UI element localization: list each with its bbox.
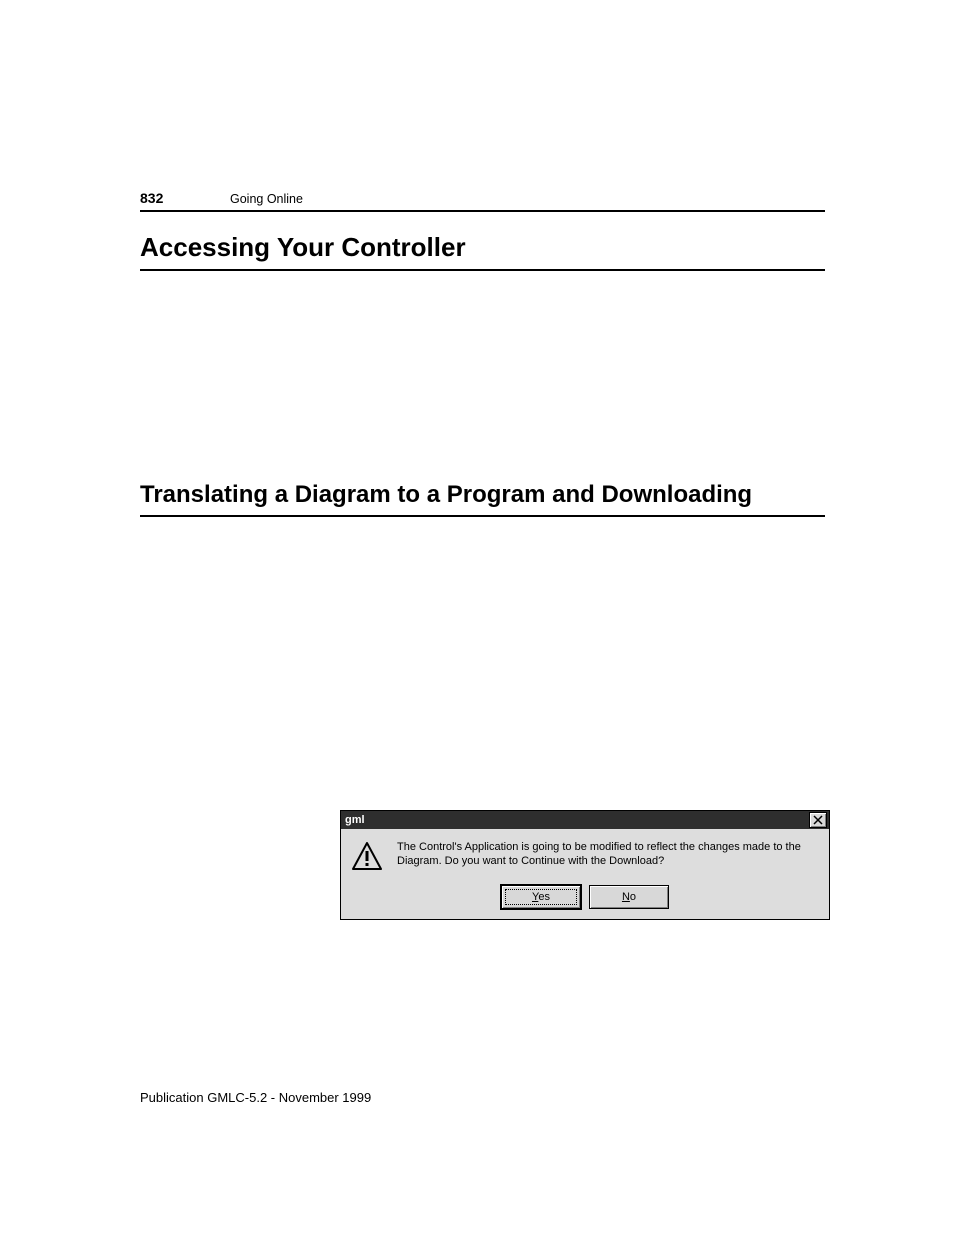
- page-content: 832 Going Online Accessing Your Controll…: [140, 190, 825, 517]
- close-icon: [813, 815, 823, 825]
- dialog-button-row: Yes No: [341, 879, 829, 919]
- yes-button[interactable]: Yes: [501, 885, 581, 909]
- page-number: 832: [140, 190, 230, 206]
- running-header: 832 Going Online: [140, 190, 825, 212]
- no-button[interactable]: No: [589, 885, 669, 909]
- dialog-window: gml The Control's Application is going t…: [340, 810, 830, 920]
- section-heading-translating: Translating a Diagram to a Program and D…: [140, 481, 825, 517]
- dialog-message: The Control's Application is going to be…: [397, 841, 819, 873]
- section-heading-accessing: Accessing Your Controller: [140, 232, 825, 271]
- warning-icon: [351, 841, 383, 873]
- chapter-title: Going Online: [230, 192, 303, 206]
- close-button[interactable]: [809, 812, 827, 828]
- dialog-titlebar: gml: [341, 811, 829, 829]
- publication-footer: Publication GMLC-5.2 - November 1999: [140, 1090, 371, 1105]
- dialog-body: The Control's Application is going to be…: [341, 829, 829, 879]
- no-button-label: No: [622, 891, 636, 903]
- confirmation-dialog: gml The Control's Application is going t…: [340, 810, 830, 920]
- dialog-title: gml: [343, 814, 365, 826]
- yes-button-label: Yes: [532, 891, 550, 903]
